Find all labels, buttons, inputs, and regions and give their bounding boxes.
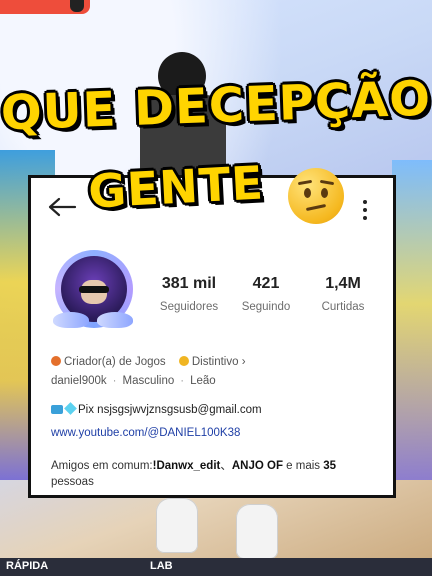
category-label: Criador(a) de Jogos <box>64 356 166 368</box>
bottom-left-label: RÁPIDA <box>6 560 49 572</box>
mutual-count: 35 <box>323 460 337 472</box>
card-icon <box>51 405 63 414</box>
bio-pix: Pix nsjsgsjwvjznsgsusb@gmail.com <box>51 402 262 416</box>
chevron-right-icon: › <box>241 356 246 368</box>
followers-label: Seguidores <box>159 301 219 313</box>
distinctive-link[interactable]: Distintivo › <box>169 356 246 368</box>
mutual-prefix: Amigos em comum: <box>51 460 153 472</box>
profile-link[interactable]: www.youtube.com/@DANIEL100K38 <box>51 427 240 439</box>
avatar-frame-icon <box>49 312 137 332</box>
following-count: 421 <box>252 275 280 292</box>
profile-stats: 381 mil Seguidores 421 Seguindo 1,4M Cur… <box>151 275 381 313</box>
mutual-friend-1: !Danwx_edit <box>152 460 221 472</box>
mutual-friends[interactable]: Amigos em comum:!Danwx_edit、ANJO OF e ma… <box>51 458 381 490</box>
stat-following[interactable]: 421 Seguindo <box>228 275 304 313</box>
gender: Masculino <box>122 375 175 387</box>
confused-face-icon <box>288 168 344 224</box>
distinctive-icon <box>178 356 189 366</box>
likes-count: 1,4M <box>325 275 361 292</box>
gem-icon <box>64 402 77 415</box>
bottom-right-label: LAB <box>150 560 173 572</box>
stat-followers[interactable]: 381 mil Seguidores <box>151 275 227 313</box>
mutual-friend-2: ANJO OF <box>231 460 283 472</box>
stat-likes[interactable]: 1,4M Curtidas <box>305 275 381 313</box>
avatar[interactable] <box>49 246 137 336</box>
background-wall-right <box>392 160 432 480</box>
username: daniel900k <box>51 375 107 387</box>
following-label: Seguindo <box>241 301 291 313</box>
followers-count: 381 mil <box>161 275 217 292</box>
profile-meta: daniel900k · Masculino · Leão <box>51 375 216 387</box>
character-feet <box>150 498 290 559</box>
zodiac-sign: Leão <box>190 375 216 387</box>
likes-label: Curtidas <box>321 301 365 313</box>
creator-badge-icon <box>51 356 61 366</box>
pix-text: Pix nsjsgsjwvjznsgsusb@gmail.com <box>78 404 262 416</box>
game-bottom-bar: RÁPIDA LAB <box>0 558 432 576</box>
profile-card: 381 mil Seguidores 421 Seguindo 1,4M Cur… <box>28 175 396 498</box>
top-banner <box>0 0 90 14</box>
distinctive-label: Distintivo <box>191 356 239 368</box>
profile-badges: Criador(a) de Jogos Distintivo › <box>51 356 246 368</box>
